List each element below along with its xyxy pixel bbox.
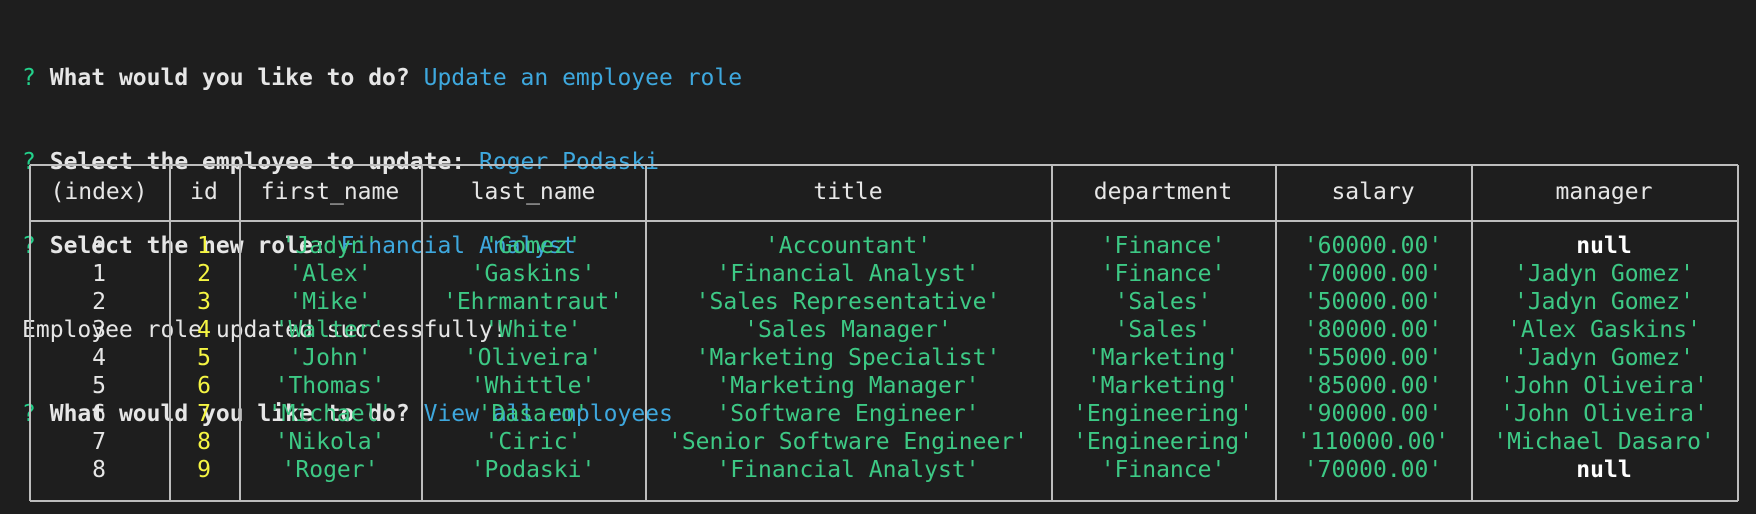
table-cell-first-name: 'Michael' — [267, 401, 393, 427]
table-cell-index: 5 — [92, 373, 106, 399]
column-header-department: department — [1093, 179, 1233, 205]
column-header-first-name: first_name — [260, 179, 400, 205]
table-cell-first-name: 'Walter' — [274, 317, 386, 343]
prompt-line: ? What would you like to do? Update an e… — [22, 64, 1756, 92]
table-cell-department: 'Sales' — [1114, 289, 1212, 315]
table-cell-department: 'Engineering' — [1072, 401, 1253, 427]
table-cell-index: 1 — [92, 261, 106, 287]
table-cell-index: 6 — [92, 401, 106, 427]
prompt-text: What would you like to do? — [49, 65, 410, 91]
question-marker: ? — [22, 65, 36, 91]
table-cell-manager: 'John Oliveira' — [1500, 401, 1708, 427]
prompt-answer: Update an employee role — [423, 65, 743, 91]
table-cell-salary: '85000.00' — [1303, 373, 1443, 399]
table-cell-index: 3 — [92, 317, 106, 343]
table-cell-department: 'Marketing' — [1086, 373, 1240, 399]
table-cell-index: 7 — [92, 429, 106, 455]
table-cell-title: 'Marketing Manager' — [716, 373, 980, 399]
table-cell-id: 9 — [197, 457, 211, 483]
table-cell-first-name: 'Mike' — [288, 289, 372, 315]
table-cell-last-name: 'Gaskins' — [470, 261, 596, 287]
table-cell-title: 'Accountant' — [764, 233, 932, 259]
table-cell-salary: '70000.00' — [1303, 261, 1443, 287]
column-header-last-name: last_name — [470, 179, 596, 205]
table-cell-first-name: 'Jadyn' — [281, 233, 379, 259]
column-header-index: (index) — [50, 179, 148, 205]
table-cell-index: 4 — [92, 345, 106, 371]
column-header-salary: salary — [1331, 179, 1415, 205]
employee-table: (index) id first_name last_name title departm… — [29, 164, 1739, 502]
table-cell-last-name: 'Gomez' — [484, 233, 582, 259]
table-cell-last-name: 'White' — [484, 317, 582, 343]
table-cell-department: 'Sales' — [1114, 317, 1212, 343]
table-cell-first-name: 'Thomas' — [274, 373, 386, 399]
table-cell-department: 'Engineering' — [1072, 429, 1253, 455]
table-cell-manager: 'Jadyn Gomez' — [1513, 289, 1694, 315]
table-cell-title: 'Senior Software Engineer' — [667, 429, 1029, 455]
table-cell-department: 'Marketing' — [1086, 345, 1240, 371]
table-cell-title: 'Sales Manager' — [744, 317, 952, 343]
table-cell-department: 'Finance' — [1100, 233, 1226, 259]
table-cell-salary: '60000.00' — [1303, 233, 1443, 259]
table-cell-id: 3 — [197, 289, 211, 315]
table-cell-title: 'Software Engineer' — [716, 401, 980, 427]
table-cell-department: 'Finance' — [1100, 261, 1226, 287]
table-cell-manager: null — [1576, 457, 1632, 483]
table-cell-manager: 'Michael Dasaro' — [1493, 429, 1715, 455]
table-cell-salary: '50000.00' — [1303, 289, 1443, 315]
table-cell-first-name: 'Nikola' — [274, 429, 386, 455]
table-cell-index: 8 — [92, 457, 106, 483]
table-cell-manager: 'Jadyn Gomez' — [1513, 345, 1694, 371]
table-cell-title: 'Financial Analyst' — [716, 457, 980, 483]
table-cell-department: 'Finance' — [1100, 457, 1226, 483]
table-cell-last-name: 'Oliveira' — [463, 345, 603, 371]
table-cell-salary: '55000.00' — [1303, 345, 1443, 371]
table-cell-manager: 'Alex Gaskins' — [1507, 317, 1701, 343]
table-cell-title: 'Marketing Specialist' — [695, 345, 1001, 371]
table-cell-id: 8 — [197, 429, 211, 455]
table-cell-last-name: 'Whittle' — [470, 373, 596, 399]
table-cell-salary: '110000.00' — [1296, 429, 1450, 455]
table-cell-salary: '70000.00' — [1303, 457, 1443, 483]
table-cell-index: 2 — [92, 289, 106, 315]
table-cell-index: 0 — [92, 233, 106, 259]
table-cell-id: 1 — [197, 233, 211, 259]
table-cell-salary: '90000.00' — [1303, 401, 1443, 427]
table-cell-manager: 'John Oliveira' — [1500, 373, 1708, 399]
column-header-title: title — [813, 179, 883, 205]
table-cell-first-name: 'Roger' — [281, 457, 379, 483]
table-cell-title: 'Sales Representative' — [695, 289, 1001, 315]
table-cell-last-name: 'Podaski' — [470, 457, 596, 483]
table-cell-title: 'Financial Analyst' — [716, 261, 980, 287]
column-header-manager: manager — [1555, 179, 1653, 205]
table-cell-id: 6 — [197, 373, 211, 399]
table-cell-first-name: 'Alex' — [288, 261, 372, 287]
table-cell-id: 4 — [197, 317, 211, 343]
table-cell-first-name: 'John' — [288, 345, 372, 371]
table-cell-manager: 'Jadyn Gomez' — [1513, 261, 1694, 287]
table-cell-last-name: 'Ciric' — [484, 429, 582, 455]
table-cell-id: 2 — [197, 261, 211, 287]
table-cell-id: 5 — [197, 345, 211, 371]
table-cell-salary: '80000.00' — [1303, 317, 1443, 343]
table-cell-manager: null — [1576, 233, 1632, 259]
table-cell-id: 7 — [197, 401, 211, 427]
terminal-window[interactable]: ? What would you like to do? Update an e… — [0, 0, 1756, 514]
table-cell-last-name: 'Dasaro' — [477, 401, 589, 427]
column-header-id: id — [190, 179, 218, 205]
table-cell-last-name: 'Ehrmantraut' — [442, 289, 623, 315]
